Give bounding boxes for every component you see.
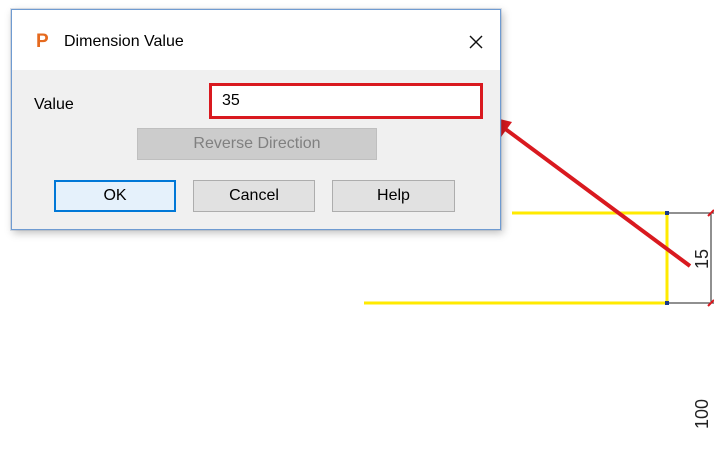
dimension-label-100[interactable]: 100 <box>692 399 712 429</box>
dimension-value-dialog: P Dimension Value Value Reverse Directio… <box>11 9 501 230</box>
dialog-title: Dimension Value <box>64 33 184 50</box>
value-label: Value <box>34 96 74 113</box>
app-logo-icon: P <box>36 31 49 52</box>
callout-arrow-line <box>498 123 692 268</box>
cancel-button[interactable]: Cancel <box>193 180 315 212</box>
profile-endpoint-top <box>665 211 669 215</box>
close-button[interactable] <box>460 28 492 56</box>
dialog-titlebar[interactable]: P Dimension Value <box>12 10 500 70</box>
profile-endpoint-bottom <box>665 301 669 305</box>
ok-button[interactable]: OK <box>54 180 176 212</box>
reverse-direction-button: Reverse Direction <box>137 128 377 160</box>
value-input[interactable] <box>209 83 483 119</box>
help-button[interactable]: Help <box>332 180 455 212</box>
dimension-label-15[interactable]: 15 <box>692 249 712 269</box>
close-icon <box>469 35 483 49</box>
